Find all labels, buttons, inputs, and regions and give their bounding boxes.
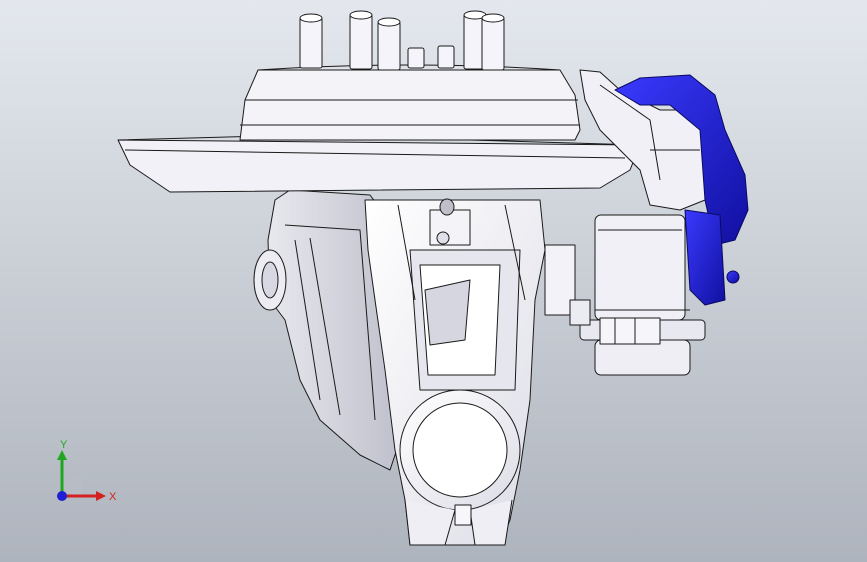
side-block[interactable] <box>544 244 591 326</box>
left-boss[interactable] <box>253 249 287 311</box>
flange-plate[interactable] <box>117 134 641 193</box>
coordinate-triad: Y X <box>57 439 117 503</box>
top-studs[interactable] <box>299 10 505 71</box>
clamp-ring[interactable] <box>399 389 521 546</box>
y-axis-arrowhead <box>57 450 67 460</box>
x-axis-arrowhead <box>96 491 106 501</box>
x-axis-label: X <box>109 491 117 503</box>
z-axis-dot <box>57 491 67 501</box>
cad-model[interactable] <box>0 0 867 562</box>
y-axis-label: Y <box>60 439 68 451</box>
upper-dome[interactable] <box>239 64 581 141</box>
graphics-viewport[interactable]: Y X <box>0 0 867 562</box>
sensor-cylinder[interactable] <box>579 214 706 376</box>
